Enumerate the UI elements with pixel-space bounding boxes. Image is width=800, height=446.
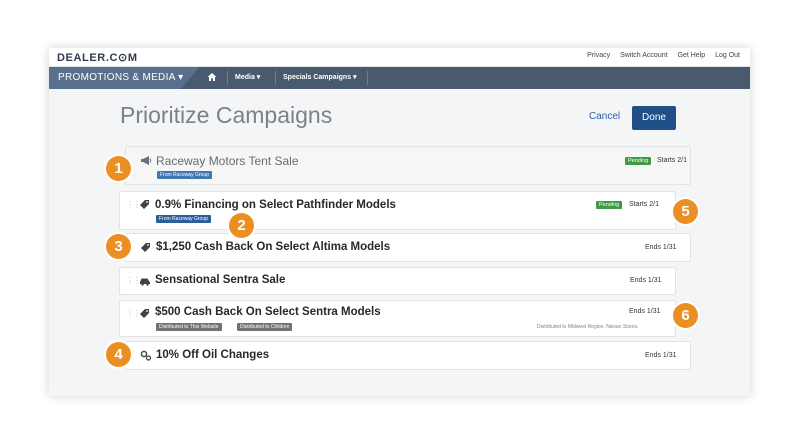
callout-4: 4 [106, 342, 131, 367]
campaign-date: Ends 1/31 [630, 277, 662, 284]
gears-icon [140, 350, 152, 364]
campaign-title: $500 Cash Back On Select Sentra Models [155, 306, 381, 318]
source-tag: From Raceway Group [157, 171, 212, 179]
campaign-date: Ends 1/31 [645, 244, 677, 251]
main-nav: PROMOTIONS & MEDIA ▾ Media ▾ Specials Ca… [49, 67, 750, 89]
campaign-row-oil-changes[interactable]: 10% Off Oil Changes Ends 1/31 [125, 341, 691, 370]
tag-icon [139, 199, 150, 213]
callout-2: 2 [229, 213, 254, 238]
campaign-row-pathfinder-financing[interactable]: ⋮⋮ 0.9% Financing on Select Pathfinder M… [119, 191, 676, 230]
page-title: Prioritize Campaigns [120, 102, 333, 128]
campaign-title: $1,250 Cash Back On Select Altima Models [156, 241, 391, 253]
switch-account-link[interactable]: Switch Account [620, 52, 667, 59]
pending-badge: Pending [596, 201, 623, 209]
campaign-date: Ends 1/31 [645, 352, 677, 359]
app-window: DEALER.C⊙M Privacy Switch Account Get He… [49, 48, 750, 396]
dealer-logo[interactable]: DEALER.C⊙M [57, 51, 138, 64]
campaign-title: 10% Off Oil Changes [156, 349, 270, 361]
campaign-date: Starts 2/1 [657, 157, 687, 164]
nav-divider [367, 71, 368, 85]
log-out-link[interactable]: Log Out [715, 52, 740, 59]
drag-handle-icon[interactable]: ⋮⋮ [126, 200, 141, 209]
privacy-link[interactable]: Privacy [587, 52, 610, 59]
megaphone-icon [140, 155, 152, 169]
campaign-row-sentra-cash-back[interactable]: ⋮⋮ $500 Cash Back On Select Sentra Model… [119, 300, 676, 337]
callout-1: 1 [106, 156, 131, 181]
campaign-title: Raceway Motors Tent Sale [156, 154, 299, 168]
callout-6: 6 [673, 303, 698, 328]
get-help-link[interactable]: Get Help [678, 52, 706, 59]
campaign-title: 0.9% Financing on Select Pathfinder Mode… [155, 199, 396, 211]
drag-handle-icon[interactable]: ⋮⋮ [126, 309, 141, 318]
nav-divider [275, 71, 276, 85]
pending-badge: Pending [625, 157, 652, 165]
callout-5: 5 [673, 199, 698, 224]
top-links: Privacy Switch Account Get Help Log Out [579, 52, 740, 59]
promotions-media-menu[interactable]: PROMOTIONS & MEDIA ▾ [49, 67, 199, 89]
home-icon[interactable] [199, 67, 225, 89]
car-icon [139, 276, 151, 289]
campaign-title: Sensational Sentra Sale [155, 274, 286, 286]
top-bar: DEALER.C⊙M Privacy Switch Account Get He… [49, 48, 750, 67]
campaign-date: Ends 1/31 [629, 308, 661, 315]
tag-icon [139, 308, 150, 322]
campaign-row-sentra-sale[interactable]: ⋮⋮ Sensational Sentra Sale Ends 1/31 [119, 267, 676, 295]
distribution-tag-website: Distributed to This Website [156, 323, 222, 331]
distribution-note: Distributed to Midwest Region, Nissan St… [537, 324, 639, 330]
done-button[interactable]: Done [632, 106, 676, 130]
callout-3: 3 [106, 234, 131, 259]
campaign-row-altima-cash-back[interactable]: $1,250 Cash Back On Select Altima Models… [125, 233, 691, 262]
nav-divider [227, 71, 228, 85]
source-tag: From Raceway Group [156, 215, 211, 223]
drag-handle-icon[interactable]: ⋮⋮ [126, 276, 141, 285]
specials-campaigns-menu[interactable]: Specials Campaigns ▾ [283, 67, 357, 89]
campaign-row-raceway-tent-sale[interactable]: Raceway Motors Tent Sale From Raceway Gr… [125, 146, 691, 185]
media-menu[interactable]: Media ▾ [235, 67, 260, 89]
cancel-button[interactable]: Cancel [589, 111, 620, 122]
campaign-date: Starts 2/1 [629, 201, 659, 208]
distribution-tag-children: Distributed to Children [237, 323, 293, 331]
tag-icon [140, 242, 151, 256]
